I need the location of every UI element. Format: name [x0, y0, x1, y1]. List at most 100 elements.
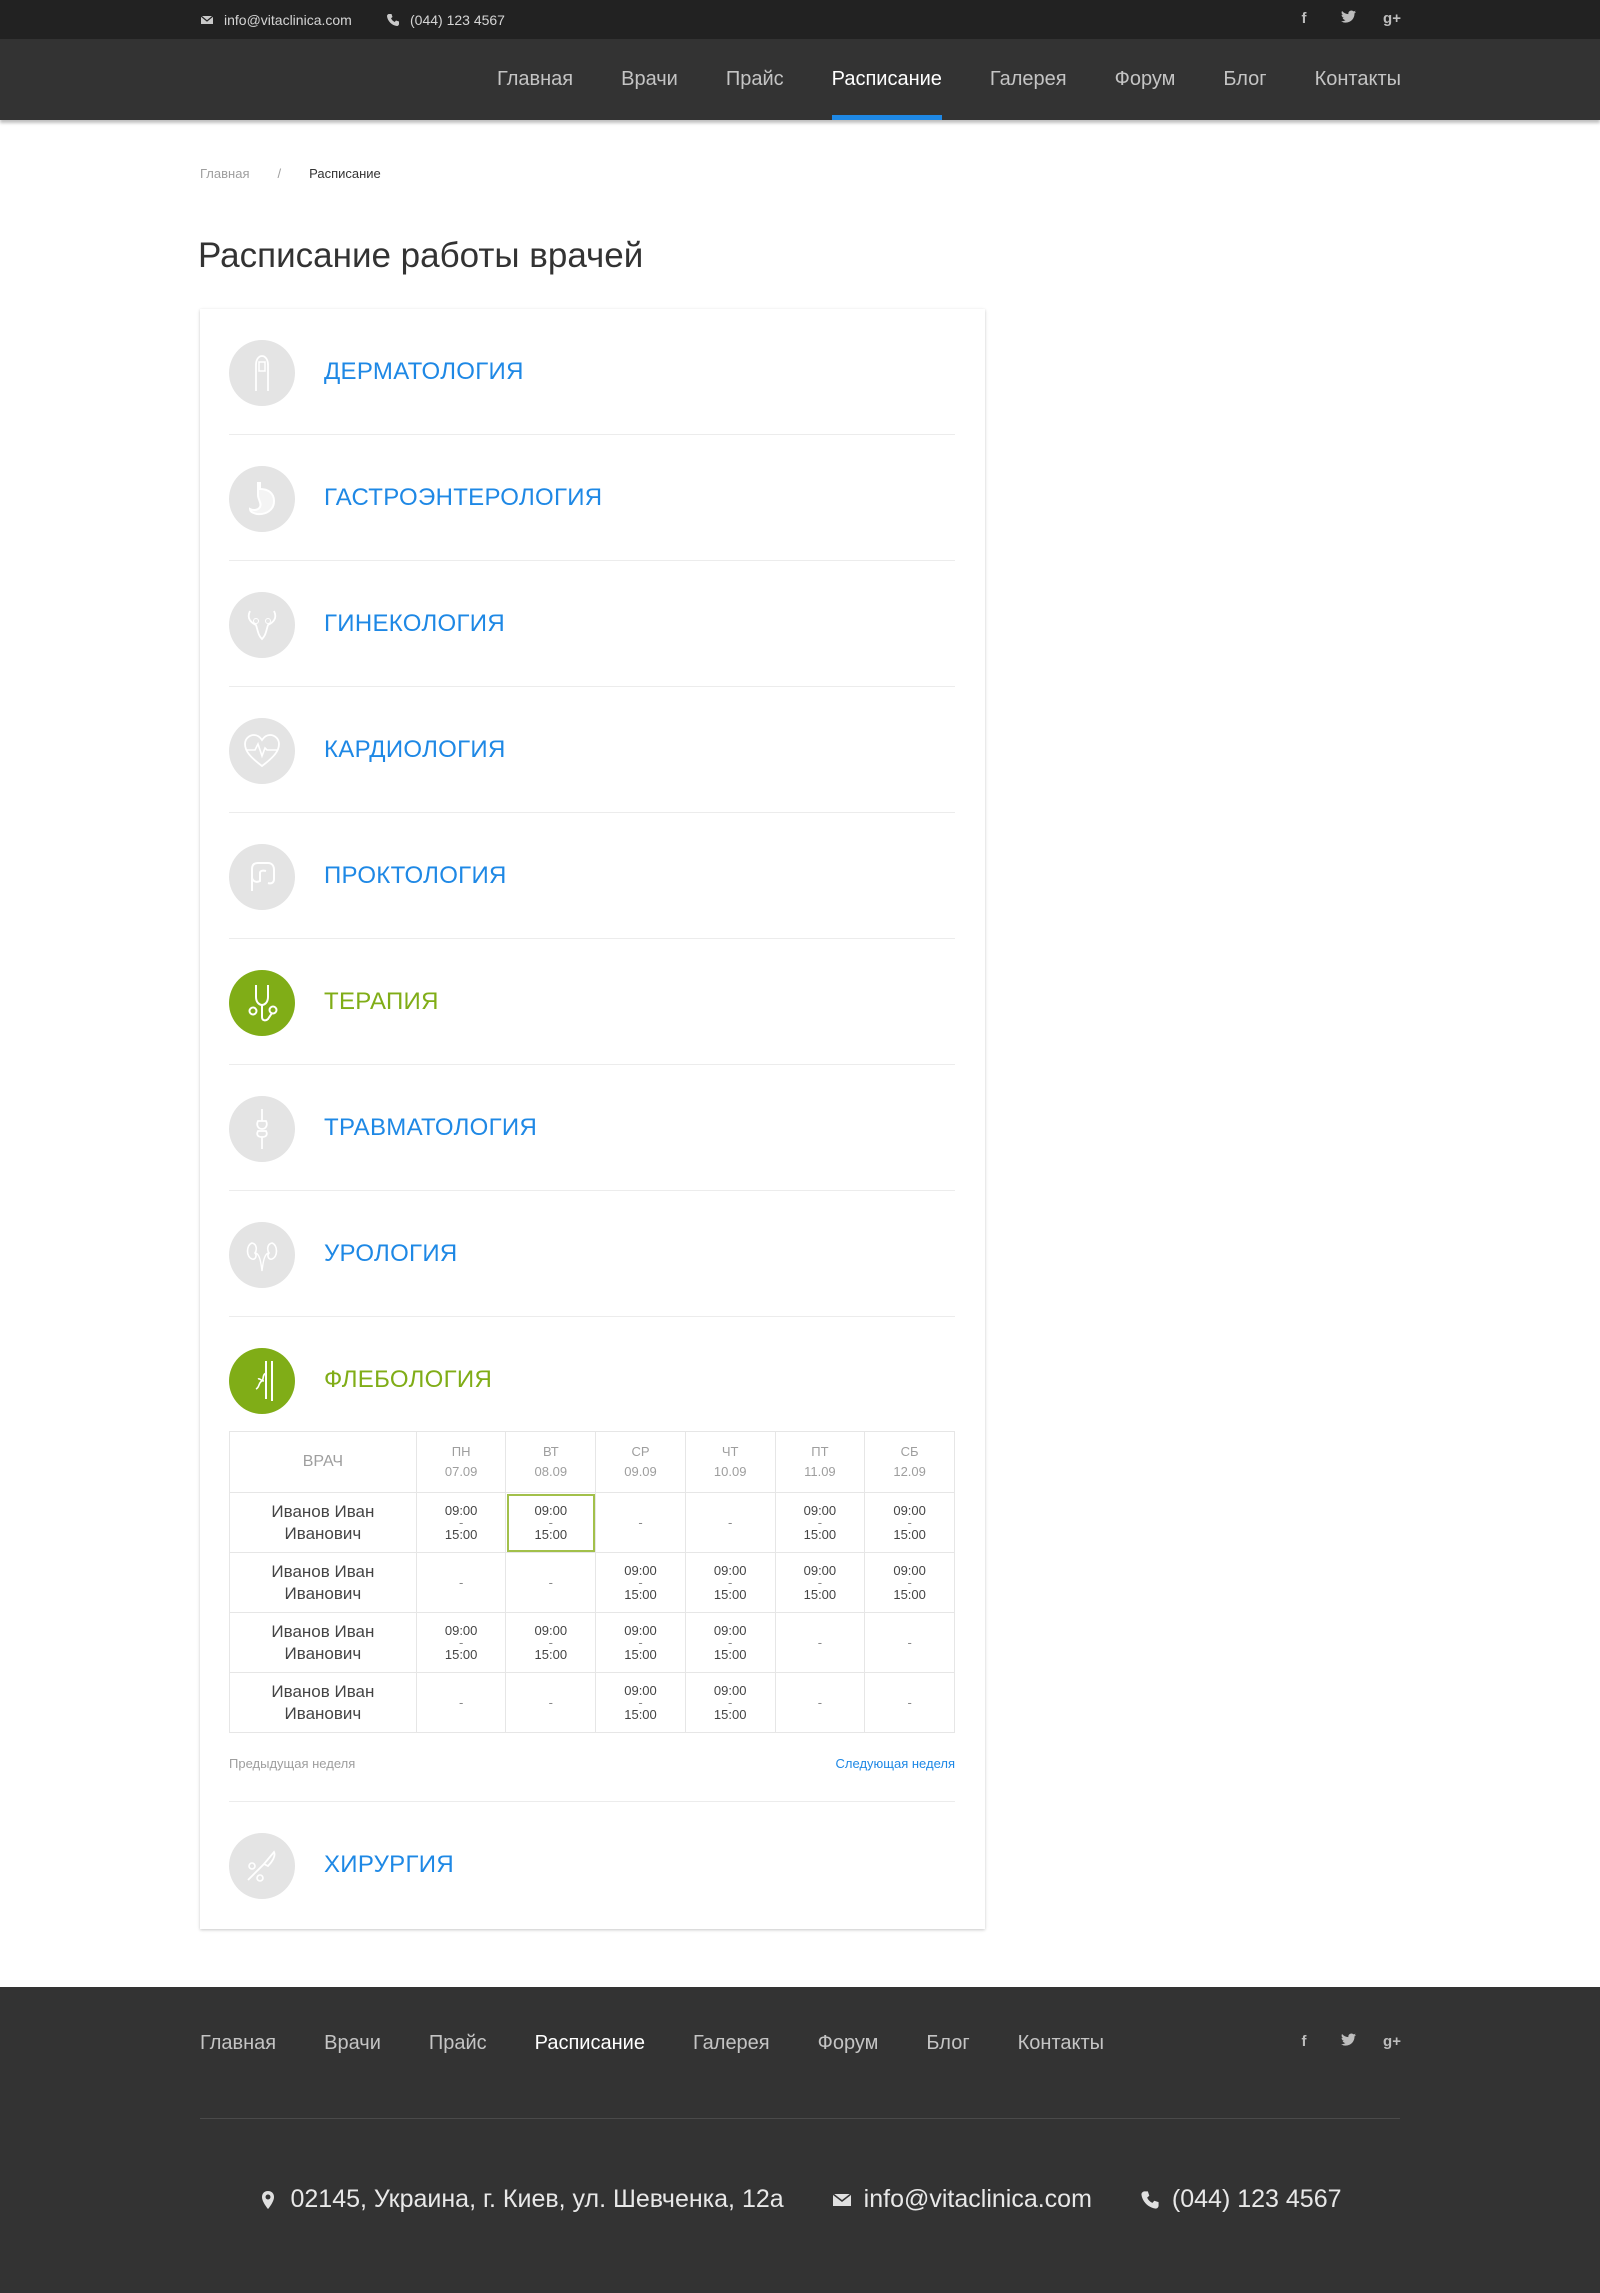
- nav-item-gallery[interactable]: Галерея: [990, 39, 1067, 120]
- main-navbar: Главная Врачи Прайс Расписание Галерея Ф…: [0, 39, 1600, 120]
- doctor-name-line: Иванов Иван: [271, 1501, 375, 1521]
- footer-nav-schedule[interactable]: Расписание: [535, 2032, 645, 2055]
- footer-nav-blog[interactable]: Блог: [926, 2032, 969, 2055]
- schedule-cell[interactable]: -: [864, 1612, 955, 1673]
- day-date: 10.09: [713, 1464, 747, 1479]
- department-item-proctology[interactable]: ПРОКТОЛОГИЯ: [229, 813, 955, 939]
- next-week-link[interactable]: Следующая неделя: [836, 1756, 955, 1771]
- bone-joint-icon: [229, 1096, 295, 1162]
- footer-nav-prices[interactable]: Прайс: [429, 2032, 487, 2055]
- department-item-dermatology[interactable]: ДЕРМАТОЛОГИЯ: [229, 309, 955, 435]
- footer-nav-forum[interactable]: Форум: [818, 2032, 879, 2055]
- footer-phone[interactable]: (044) 123 4567: [1140, 2185, 1342, 2214]
- schedule-cell[interactable]: 09:00-15:00: [864, 1492, 955, 1553]
- time-value: 15:00: [803, 1586, 837, 1602]
- footer-nav-gallery[interactable]: Галерея: [693, 2032, 770, 2055]
- schedule-cell[interactable]: 09:00-15:00: [415, 1492, 507, 1553]
- prev-week-link[interactable]: Предыдущая неделя: [229, 1756, 355, 1771]
- schedule-cell[interactable]: 09:00-15:00: [505, 1492, 597, 1553]
- doctor-name-line: Иванович: [284, 1703, 362, 1723]
- department-item-gastroenterology[interactable]: ГАСТРОЭНТЕРОЛОГИЯ: [229, 435, 955, 561]
- time-value: 15:00: [713, 1706, 747, 1722]
- facebook-icon[interactable]: f: [1282, 2033, 1326, 2050]
- schedule-cell[interactable]: -: [774, 1612, 866, 1673]
- nav-item-forum[interactable]: Форум: [1115, 39, 1176, 120]
- time-separator: -: [728, 1514, 733, 1530]
- google-plus-icon[interactable]: g+: [1370, 2033, 1414, 2050]
- footer-email-text: info@vitaclinica.com: [863, 2185, 1092, 2213]
- topbar-email[interactable]: info@vitaclinica.com: [200, 0, 352, 39]
- doctor-name-line: Иванов Иван: [271, 1621, 375, 1641]
- department-item-phlebology[interactable]: ФЛЕБОЛОГИЯ: [229, 1317, 955, 1443]
- doctor-name[interactable]: Иванов Иван Иванович: [229, 1672, 417, 1733]
- schedule-cell[interactable]: 09:00-15:00: [595, 1672, 686, 1733]
- department-name: ХИРУРГИЯ: [324, 1851, 454, 1878]
- schedule-cell[interactable]: -: [505, 1672, 597, 1733]
- nav-item-schedule[interactable]: Расписание: [831, 39, 943, 120]
- footer-nav-doctors[interactable]: Врачи: [324, 2032, 381, 2055]
- footer-nav-contacts[interactable]: Контакты: [1018, 2032, 1104, 2055]
- facebook-icon[interactable]: f: [1282, 10, 1326, 27]
- day-name: ЧТ: [721, 1444, 739, 1459]
- schedule-cell[interactable]: 09:00-15:00: [595, 1552, 686, 1613]
- day-header: СБ 12.09: [864, 1431, 955, 1493]
- department-item-surgery[interactable]: ХИРУРГИЯ: [229, 1802, 955, 1928]
- nav-item-home[interactable]: Главная: [497, 39, 573, 120]
- schedule-cell[interactable]: -: [684, 1492, 776, 1553]
- schedule-cell[interactable]: 09:00-15:00: [684, 1552, 776, 1613]
- schedule-cell[interactable]: 09:00-15:00: [505, 1612, 597, 1673]
- phone-icon: [387, 13, 399, 26]
- department-item-urology[interactable]: УРОЛОГИЯ: [229, 1191, 955, 1317]
- schedule-cell[interactable]: -: [415, 1672, 507, 1733]
- department-item-gynecology[interactable]: ГИНЕКОЛОГИЯ: [229, 561, 955, 687]
- footer-address-text: 02145, Украина, г. Киев, ул. Шевченка, 1…: [290, 2185, 784, 2213]
- schedule-cell[interactable]: 09:00-15:00: [684, 1612, 776, 1673]
- schedule-cell[interactable]: 09:00-15:00: [774, 1492, 866, 1553]
- top-bar: info@vitaclinica.com (044) 123 4567 f g+: [0, 0, 1600, 39]
- time-value: 15:00: [624, 1586, 657, 1602]
- doctor-column-header: ВРАЧ: [229, 1431, 417, 1493]
- day-name: ПТ: [811, 1444, 829, 1459]
- breadcrumb: Главная / Расписание: [200, 166, 381, 181]
- day-date: 12.09: [893, 1464, 926, 1479]
- department-item-cardiology[interactable]: КАРДИОЛОГИЯ: [229, 687, 955, 813]
- time-separator: -: [817, 1634, 823, 1650]
- footer-email[interactable]: info@vitaclinica.com: [832, 2185, 1092, 2214]
- schedule-cell[interactable]: -: [415, 1552, 507, 1613]
- schedule-cell[interactable]: 09:00-15:00: [864, 1552, 955, 1613]
- time-separator: -: [548, 1574, 553, 1590]
- schedule-cell[interactable]: 09:00-15:00: [595, 1612, 686, 1673]
- nav-item-contacts[interactable]: Контакты: [1315, 39, 1401, 120]
- day-date: 09.09: [624, 1464, 657, 1479]
- schedule-cell[interactable]: -: [505, 1552, 597, 1613]
- table-row: Иванов Иван Иванович - -09:00-15:00 09:00-15…: [229, 1552, 955, 1613]
- schedule-cell[interactable]: 09:00-15:00: [684, 1672, 776, 1733]
- twitter-icon[interactable]: [1326, 2033, 1370, 2050]
- stethoscope-icon: [229, 970, 295, 1036]
- department-item-traumatology[interactable]: ТРАВМАТОЛОГИЯ: [229, 1065, 955, 1191]
- topbar-phone[interactable]: (044) 123 4567: [386, 0, 505, 39]
- twitter-icon[interactable]: [1326, 10, 1370, 27]
- time-value: 15:00: [713, 1646, 747, 1662]
- schedule-cell[interactable]: 09:00-15:00: [774, 1552, 866, 1613]
- footer-divider: [200, 2118, 1400, 2119]
- doctor-name[interactable]: Иванов Иван Иванович: [229, 1612, 417, 1673]
- nav-item-doctors[interactable]: Врачи: [621, 39, 678, 120]
- breadcrumb-home[interactable]: Главная: [200, 166, 249, 181]
- schedule-cell[interactable]: -: [774, 1672, 866, 1733]
- nav-item-blog[interactable]: Блог: [1223, 39, 1266, 120]
- doctor-name[interactable]: Иванов Иван Иванович: [229, 1492, 417, 1553]
- department-item-therapy[interactable]: ТЕРАПИЯ: [229, 939, 955, 1065]
- schedule-cell[interactable]: -: [864, 1672, 955, 1733]
- schedule-cell[interactable]: 09:00-15:00: [415, 1612, 507, 1673]
- time-separator: -: [817, 1694, 823, 1710]
- time-separator: -: [907, 1694, 912, 1710]
- day-header: ЧТ 10.09: [684, 1431, 776, 1493]
- footer-nav-home[interactable]: Главная: [200, 2032, 276, 2055]
- nav-item-prices[interactable]: Прайс: [726, 39, 784, 120]
- heart-pulse-icon: [229, 718, 295, 784]
- department-name: ДЕРМАТОЛОГИЯ: [324, 358, 524, 385]
- schedule-cell[interactable]: -: [595, 1492, 686, 1553]
- doctor-name[interactable]: Иванов Иван Иванович: [229, 1552, 417, 1613]
- google-plus-icon[interactable]: g+: [1370, 10, 1414, 27]
